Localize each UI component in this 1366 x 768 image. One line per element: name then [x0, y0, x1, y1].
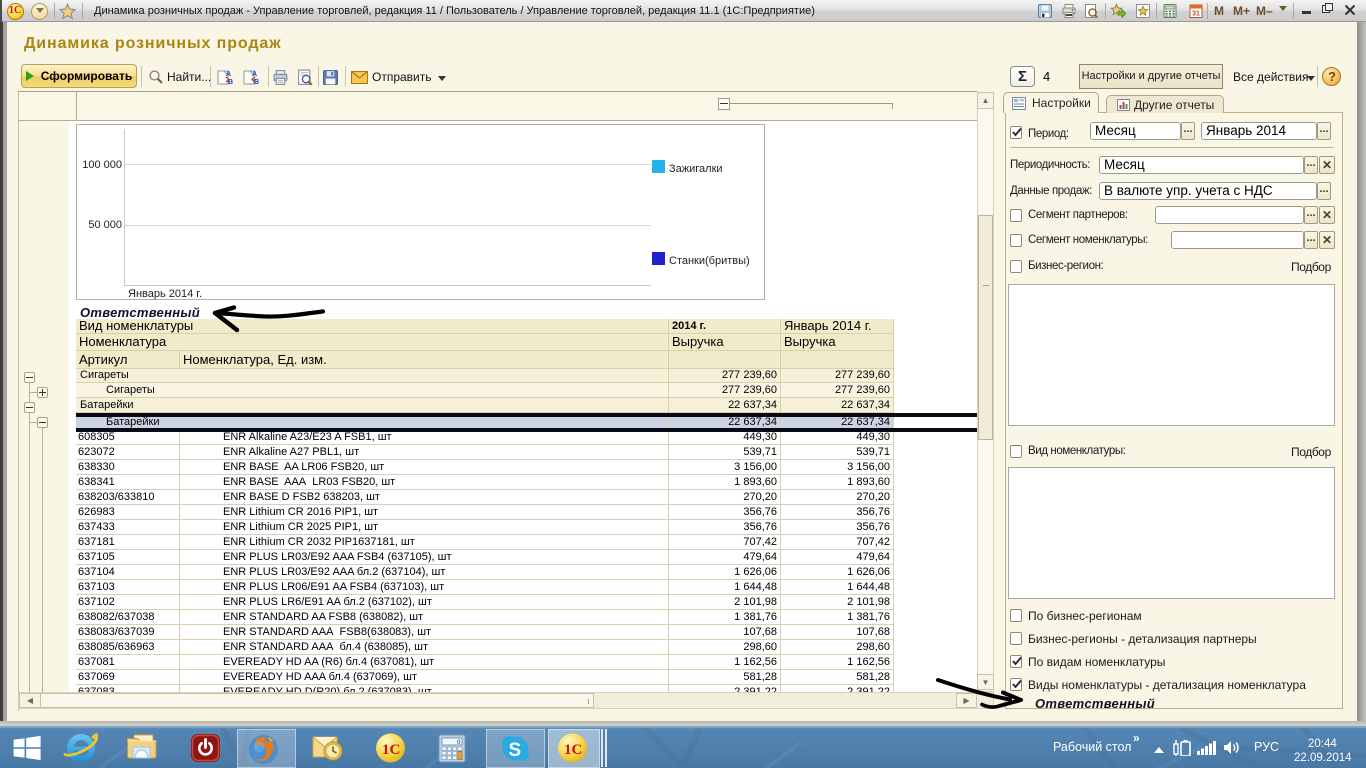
svg-text:31: 31: [1192, 11, 1200, 18]
svg-text:B: B: [254, 79, 259, 86]
svg-text:0: 0: [457, 739, 461, 746]
svg-text:1С: 1С: [564, 742, 582, 758]
svg-text:1С: 1С: [382, 742, 400, 758]
svg-text:S: S: [509, 740, 522, 761]
